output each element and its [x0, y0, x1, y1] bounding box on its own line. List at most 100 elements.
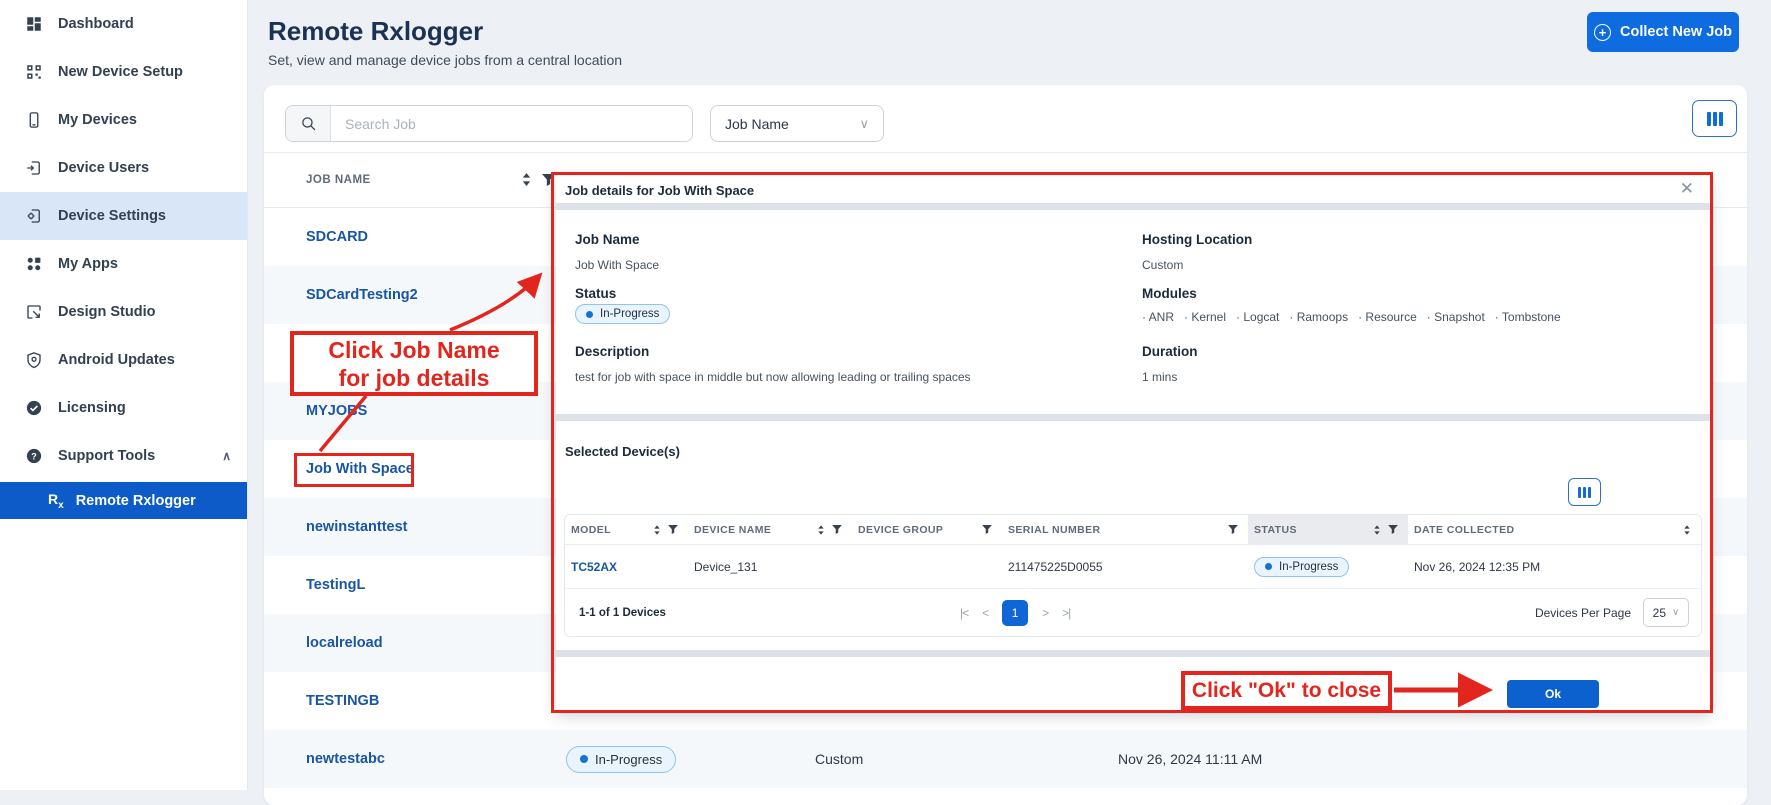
serial-number-column-header: SERIAL NUMBER	[1008, 524, 1101, 536]
sidebar-item-dashboard[interactable]: Dashboard	[0, 0, 247, 48]
sidebar-item-remote-rxlogger[interactable]: Rx Remote Rxlogger	[0, 482, 247, 519]
help-circle-icon: ?	[24, 446, 44, 466]
shield-icon	[24, 350, 44, 370]
modules-label: Modules	[1142, 286, 1197, 301]
sidebar-item-new-device-setup[interactable]: New Device Setup	[0, 48, 247, 96]
sidebar-item-my-apps[interactable]: My Apps	[0, 240, 247, 288]
pagination-summary: 1-1 of 1 Devices	[579, 607, 666, 619]
sidebar-item-design-studio[interactable]: Design Studio	[0, 288, 247, 336]
status-badge: In-Progress	[575, 304, 670, 324]
search-icon	[300, 115, 317, 132]
sort-icon[interactable]	[521, 173, 532, 186]
job-name-link[interactable]: TESTINGB	[306, 693, 379, 709]
job-name-link[interactable]: SDCARD	[306, 229, 368, 245]
search-field-select[interactable]: Job Name ∨	[710, 105, 884, 142]
selected-devices-table: MODEL DEVICE NAME DEVICE GROUP	[564, 514, 1702, 637]
search-input[interactable]	[331, 106, 692, 141]
prev-page-button[interactable]: <	[982, 606, 988, 620]
pager: |< < 1 > >|	[960, 600, 1070, 626]
sort-icon[interactable]	[1373, 525, 1381, 535]
sidebar-item-device-users[interactable]: Device Users	[0, 144, 247, 192]
sidebar-item-label: My Apps	[58, 256, 118, 272]
device-name-column-header: DEVICE NAME	[694, 524, 771, 536]
modules-value: · ANR · Kernel · Logcat · Ramoops · Reso…	[1142, 310, 1561, 324]
next-page-button[interactable]: >	[1042, 606, 1048, 620]
first-page-button[interactable]: |<	[960, 606, 968, 620]
filter-icon[interactable]	[1228, 525, 1238, 534]
sidebar-item-android-updates[interactable]: Android Updates	[0, 336, 247, 384]
device-table-footer: 1-1 of 1 Devices |< < 1 > >| Devices Per…	[565, 589, 1701, 636]
panel-title: Job details for Job With Space	[565, 183, 754, 198]
sidebar-item-device-settings[interactable]: Device Settings	[0, 192, 247, 240]
sidebar-item-my-devices[interactable]: My Devices	[0, 96, 247, 144]
job-name-link-job-with-space[interactable]: Job With Space	[306, 461, 414, 477]
date-collected-cell: Nov 26, 2024 12:35 PM	[1414, 560, 1540, 574]
job-name-link[interactable]: localreload	[306, 635, 383, 651]
job-name-label: Job Name	[575, 232, 640, 247]
serial-number-cell: 211475225D0055	[1008, 560, 1103, 574]
hosting-location-cell: Custom	[815, 751, 863, 767]
columns-icon	[1578, 487, 1581, 498]
date-created-cell: Nov 26, 2024 11:11 AM	[1118, 751, 1262, 767]
close-icon[interactable]: ✕	[1680, 179, 1694, 199]
filter-icon[interactable]	[982, 525, 992, 534]
sidebar-item-licensing[interactable]: Licensing	[0, 384, 247, 432]
device-name-cell: Device_131	[694, 560, 757, 574]
job-name-link[interactable]: MYJOBS	[306, 403, 367, 419]
job-name-link[interactable]: SDCardTesting2	[306, 287, 418, 303]
chevron-down-icon: ∨	[1672, 607, 1679, 618]
sort-icon[interactable]	[1683, 525, 1691, 535]
device-column-settings-button[interactable]	[1568, 478, 1601, 506]
filter-icon[interactable]	[832, 525, 842, 534]
sidebar-item-label: Device Users	[58, 160, 149, 176]
divider	[556, 650, 1710, 657]
filter-icon[interactable]	[542, 174, 555, 186]
apps-icon	[24, 254, 44, 274]
divider	[556, 203, 1710, 210]
last-page-button[interactable]: >|	[1062, 606, 1070, 620]
device-group-column-header: DEVICE GROUP	[858, 524, 943, 536]
date-collected-column-header: DATE COLLECTED	[1414, 524, 1515, 536]
sidebar-item-support-tools[interactable]: ? Support Tools ∧	[0, 432, 247, 480]
design-studio-icon	[24, 302, 44, 322]
hosting-location-value: Custom	[1142, 258, 1183, 272]
columns-icon	[1707, 112, 1711, 126]
status-dot-icon	[1265, 563, 1272, 570]
dashboard-icon	[24, 14, 44, 34]
ok-button[interactable]: Ok	[1507, 680, 1599, 708]
license-badge-icon	[24, 398, 44, 418]
column-settings-button[interactable]	[1692, 100, 1737, 137]
current-page-button[interactable]: 1	[1002, 600, 1028, 626]
status-dot-icon	[580, 755, 588, 763]
duration-value: 1 mins	[1142, 370, 1177, 384]
job-name-link[interactable]: newinstanttest	[306, 519, 408, 535]
status-badge: In-Progress	[1254, 557, 1349, 577]
job-name-link[interactable]: newtestabc	[306, 751, 385, 767]
chevron-up-icon[interactable]: ∧	[222, 449, 231, 463]
sidebar-item-label: Device Settings	[58, 208, 166, 224]
model-column-header: MODEL	[571, 524, 611, 536]
sidebar-item-label: Design Studio	[58, 304, 155, 320]
job-name-value: Job With Space	[575, 258, 659, 272]
devices-per-page-label: Devices Per Page	[1535, 606, 1631, 620]
duration-label: Duration	[1142, 344, 1198, 359]
status-label: Status	[575, 286, 616, 301]
collect-new-job-button[interactable]: + Collect New Job	[1587, 12, 1739, 52]
plus-circle-icon: +	[1594, 24, 1611, 41]
collect-new-job-label: Collect New Job	[1620, 24, 1732, 40]
sidebar-item-label: Licensing	[58, 400, 126, 416]
status-badge: In-Progress	[566, 746, 676, 773]
sort-icon[interactable]	[653, 525, 661, 535]
filter-icon[interactable]	[668, 525, 678, 534]
filter-icon[interactable]	[1388, 525, 1398, 534]
device-model-link[interactable]: TC52AX	[571, 560, 617, 574]
sidebar: Dashboard New Device Setup My Devices De…	[0, 0, 248, 790]
search-button[interactable]	[286, 106, 331, 141]
device-row: TC52AX Device_131 211475225D0055 In-Prog…	[565, 545, 1701, 589]
hosting-location-label: Hosting Location	[1142, 232, 1252, 247]
description-label: Description	[575, 344, 649, 359]
sort-icon[interactable]	[817, 525, 825, 535]
job-name-link[interactable]: TestingL	[306, 577, 365, 593]
selected-devices-title: Selected Device(s)	[565, 444, 680, 459]
devices-per-page-select[interactable]: 25 ∨	[1643, 598, 1689, 627]
